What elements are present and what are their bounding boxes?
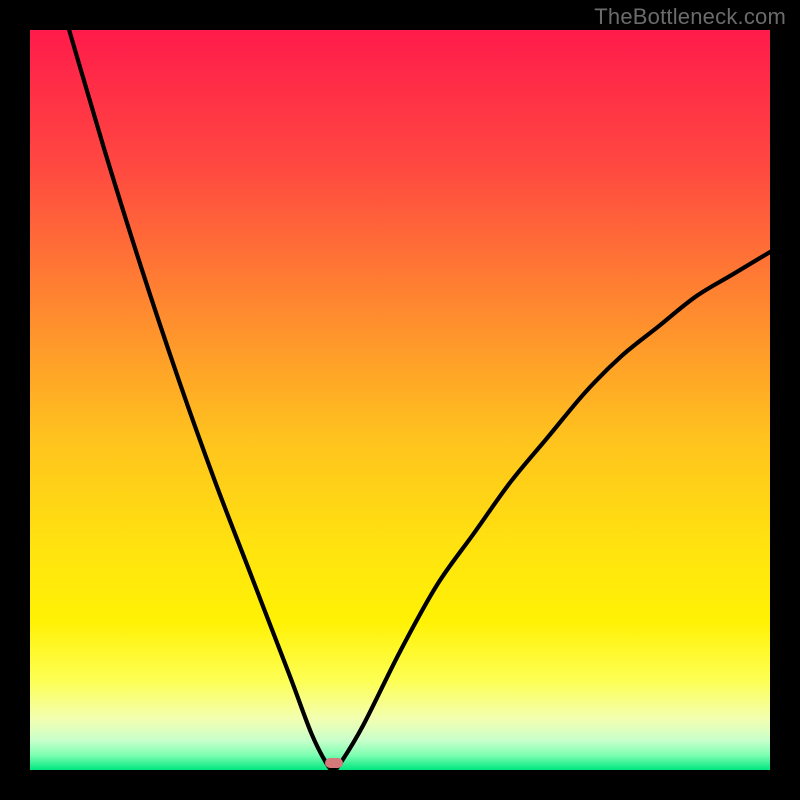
bottleneck-curve bbox=[30, 30, 770, 770]
optimum-marker bbox=[325, 758, 343, 768]
watermark-text: TheBottleneck.com bbox=[594, 4, 786, 30]
plot-area bbox=[30, 30, 770, 770]
chart-frame: TheBottleneck.com bbox=[0, 0, 800, 800]
